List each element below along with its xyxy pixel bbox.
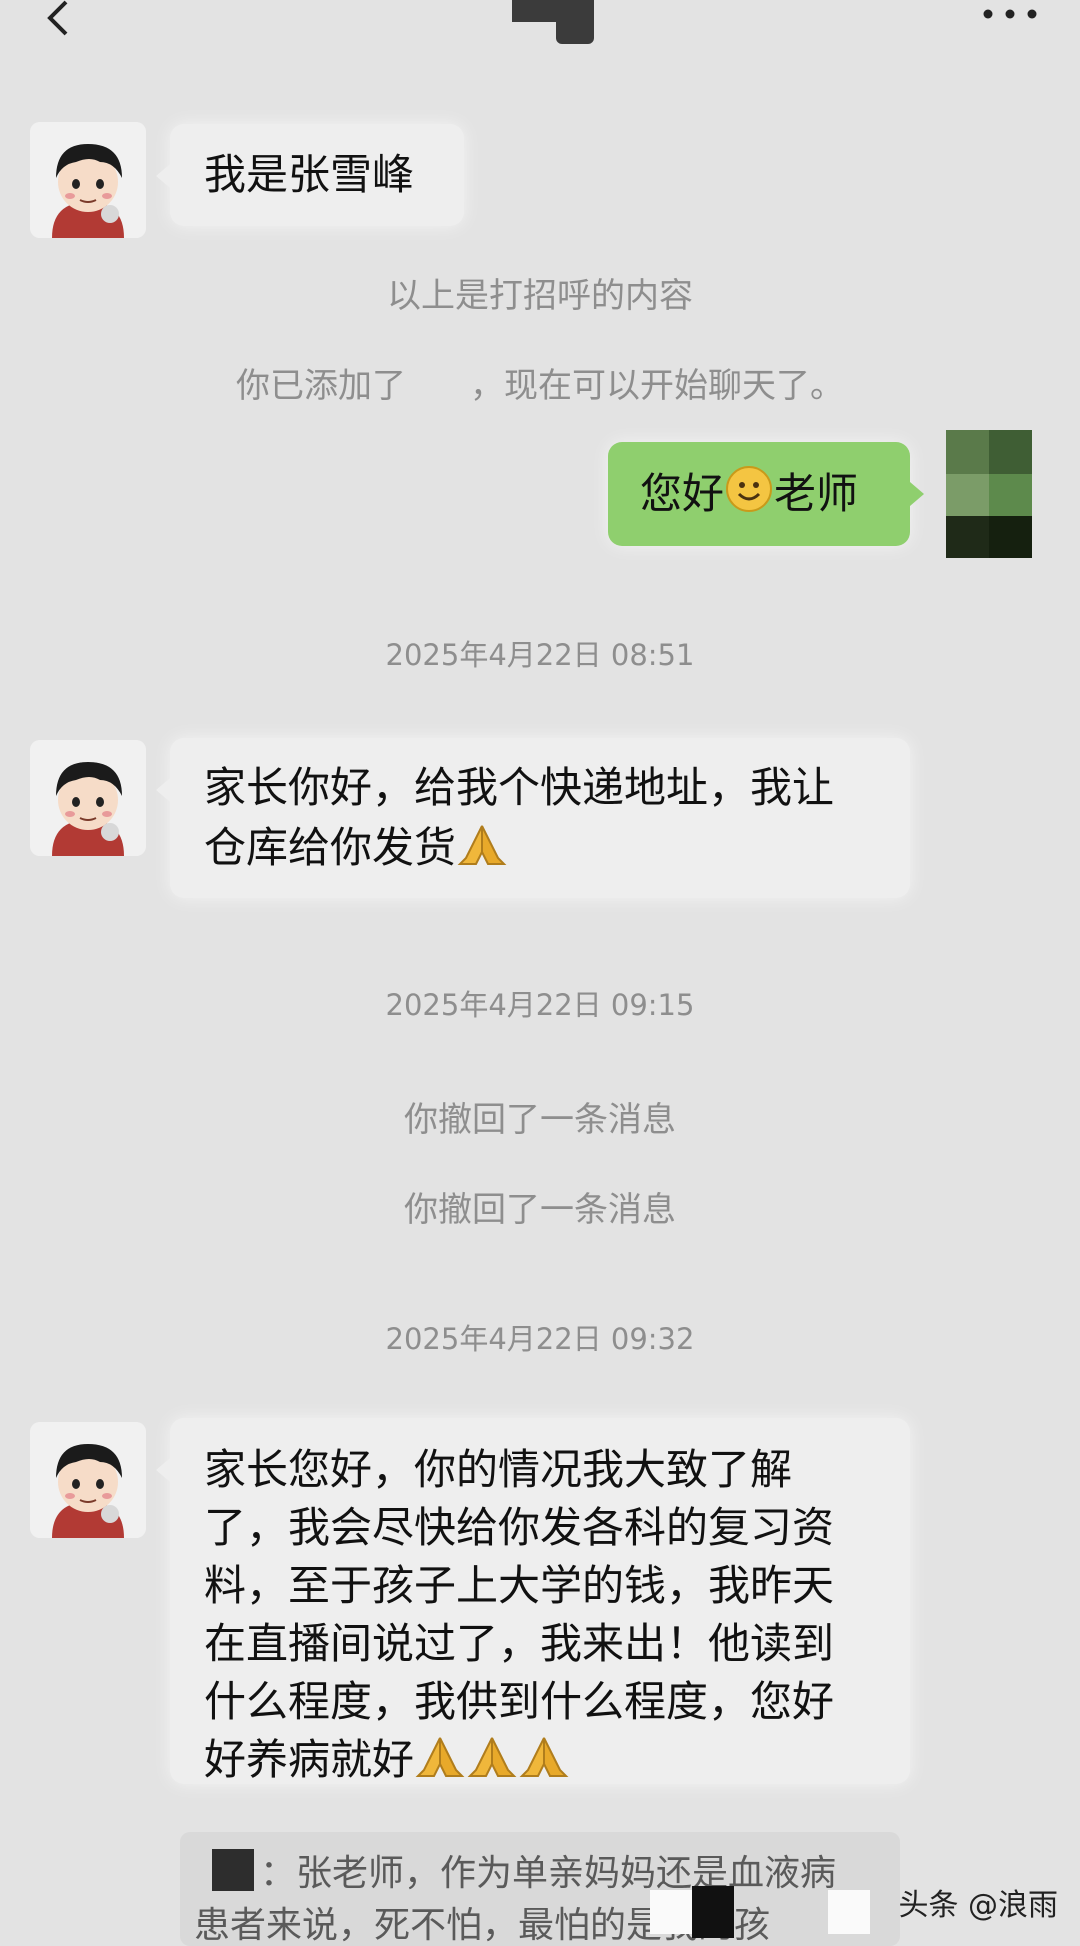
contact-avatar[interactable] bbox=[30, 1422, 146, 1538]
smile-emoji-icon bbox=[726, 466, 773, 512]
timestamp: 2025年4月22日 09:32 bbox=[385, 1322, 695, 1356]
pray-hands-icon bbox=[467, 1737, 517, 1777]
system-added-note: 你已添加了 ，现在可以开始聊天了。 bbox=[236, 366, 844, 406]
outgoing-message-bubble[interactable]: 您好 老师 bbox=[608, 442, 924, 546]
watermark-redaction bbox=[650, 1886, 870, 1938]
message-text: 家长你好，给我个快递地址，我让 bbox=[204, 763, 835, 812]
message-line: 什么程度，我供到什么程度，您好 bbox=[204, 1677, 835, 1726]
message-text: 仓库给你发货 bbox=[204, 818, 508, 878]
contact-avatar[interactable] bbox=[30, 122, 146, 238]
recall-note: 你撤回了一条消息 bbox=[404, 1100, 676, 1140]
system-greeting-note: 以上是打招呼的内容 bbox=[387, 276, 693, 316]
sender-redacted bbox=[212, 1849, 254, 1891]
chat-title-redacted bbox=[512, 0, 594, 44]
recall-note: 你撤回了一条消息 bbox=[404, 1190, 676, 1230]
cartoon-avatar-icon bbox=[30, 122, 146, 238]
message-line: 家长您好，你的情况我大致了解 bbox=[204, 1445, 793, 1494]
message-line: 好养病就好 bbox=[204, 1730, 570, 1790]
incoming-message-bubble[interactable]: 我是张雪峰 bbox=[156, 124, 464, 226]
timestamp: 2025年4月22日 09:15 bbox=[385, 988, 695, 1022]
my-avatar-pixelated[interactable] bbox=[946, 430, 1032, 558]
incoming-message-bubble[interactable]: 家长你好，给我个快递地址，我让 仓库给你发货 bbox=[156, 738, 910, 898]
watermark: 头条 @浪雨 bbox=[898, 1888, 1058, 1923]
message-text: 您好 老师 bbox=[640, 464, 858, 524]
more-icon[interactable] bbox=[980, 4, 1040, 24]
timestamp: 2025年4月22日 08:51 bbox=[385, 638, 695, 672]
message-line: 了，我会尽快给你发各科的复习资 bbox=[204, 1503, 835, 1552]
message-line: 料，至于孩子上大学的钱，我昨天 bbox=[204, 1561, 835, 1610]
top-bar bbox=[0, 0, 1080, 70]
back-icon[interactable] bbox=[40, 0, 76, 40]
pray-hands-icon bbox=[519, 1737, 569, 1777]
incoming-message-bubble[interactable]: 家长您好，你的情况我大致了解 了，我会尽快给你发各科的复习资 料，至于孩子上大学… bbox=[156, 1418, 910, 1784]
message-line: 在直播间说过了，我来出！他读到 bbox=[204, 1619, 835, 1668]
message-text: 我是张雪峰 bbox=[204, 150, 415, 199]
cartoon-avatar-icon bbox=[30, 1422, 146, 1538]
cartoon-avatar-icon bbox=[30, 740, 146, 856]
contact-avatar[interactable] bbox=[30, 740, 146, 856]
pray-hands-icon bbox=[415, 1737, 465, 1777]
pray-hands-icon bbox=[457, 825, 507, 865]
